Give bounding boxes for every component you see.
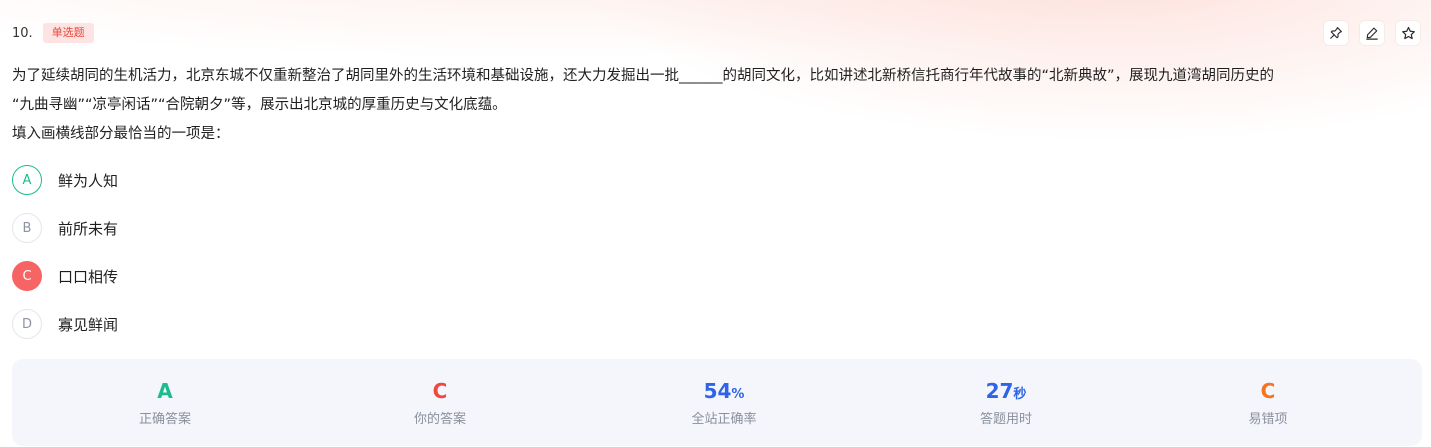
option-d-letter: D [12,309,42,339]
question-toolbar [1324,21,1420,45]
correct-answer-label: 正确答案 [138,412,191,427]
option-a[interactable]: A 鲜为人知 [12,165,118,195]
your-answer-label: 你的答案 [413,412,466,427]
option-a-letter: A [12,165,42,195]
question-header: 10. 单选题 [12,22,94,44]
question-stem-line-1: 为了延续胡同的生机活力，北京东城不仅重新整治了胡同里外的生活环境和基础设施，还大… [12,68,1275,84]
option-c-text: 口口相传 [58,267,119,286]
question-number: 10. [12,25,33,41]
answer-stats-panel: A 正确答案 C 你的答案 54% 全站正确率 27秒 答题用时 C 易错项 [12,359,1422,446]
option-a-text: 鲜为人知 [58,171,119,190]
correct-answer-value: A [157,379,173,403]
option-b-letter: B [12,213,42,243]
favorite-button[interactable] [1396,21,1420,45]
accuracy-value-group: 54% [583,380,865,406]
question-card: 10. 单选题 为了延续胡同的生机活力，北京东城不仅重新整治了胡同里外的生活环境… [0,0,1431,447]
common-wrong-label: 易错项 [1248,412,1288,427]
star-icon [1401,26,1415,39]
question-stem-line-2: “九曲寻幽”“凉亭闲话”“合院朝夕”等，展示出北京城的厚重历史与文化底蕴。 [12,97,507,113]
stat-your-answer: C 你的答案 [299,359,581,446]
option-c-letter: C [12,261,42,291]
accuracy-label: 全站正确率 [691,412,757,427]
option-b-text: 前所未有 [58,219,119,238]
time-value: 27 [985,379,1014,403]
time-value-group: 27秒 [865,380,1147,406]
question-stem: 为了延续胡同的生机活力，北京东城不仅重新整治了胡同里外的生活环境和基础设施，还大… [12,62,1422,120]
question-type-badge: 单选题 [42,23,94,43]
stat-accuracy: 54% 全站正确率 [583,359,865,446]
option-d[interactable]: D 寡见鲜闻 [12,309,118,339]
your-answer-value: C [432,379,448,403]
accuracy-value: 54 [703,379,732,403]
pin-button[interactable] [1324,21,1348,45]
accuracy-unit: % [731,387,745,402]
stat-time: 27秒 答题用时 [865,359,1147,446]
edit-button[interactable] [1360,21,1384,45]
question-prompt: 填入画横线部分最恰当的一项是： [12,126,230,142]
common-wrong-value: C [1260,379,1276,403]
option-c[interactable]: C 口口相传 [12,261,118,291]
pin-icon [1330,27,1342,39]
edit-icon [1366,27,1378,40]
option-b[interactable]: B 前所未有 [12,213,118,243]
stat-correct-answer: A 正确答案 [24,359,306,446]
time-unit: 秒 [1013,387,1027,402]
stat-common-wrong: C 易错项 [1127,359,1409,446]
option-d-text: 寡见鲜闻 [58,315,119,334]
time-label: 答题用时 [979,412,1032,427]
